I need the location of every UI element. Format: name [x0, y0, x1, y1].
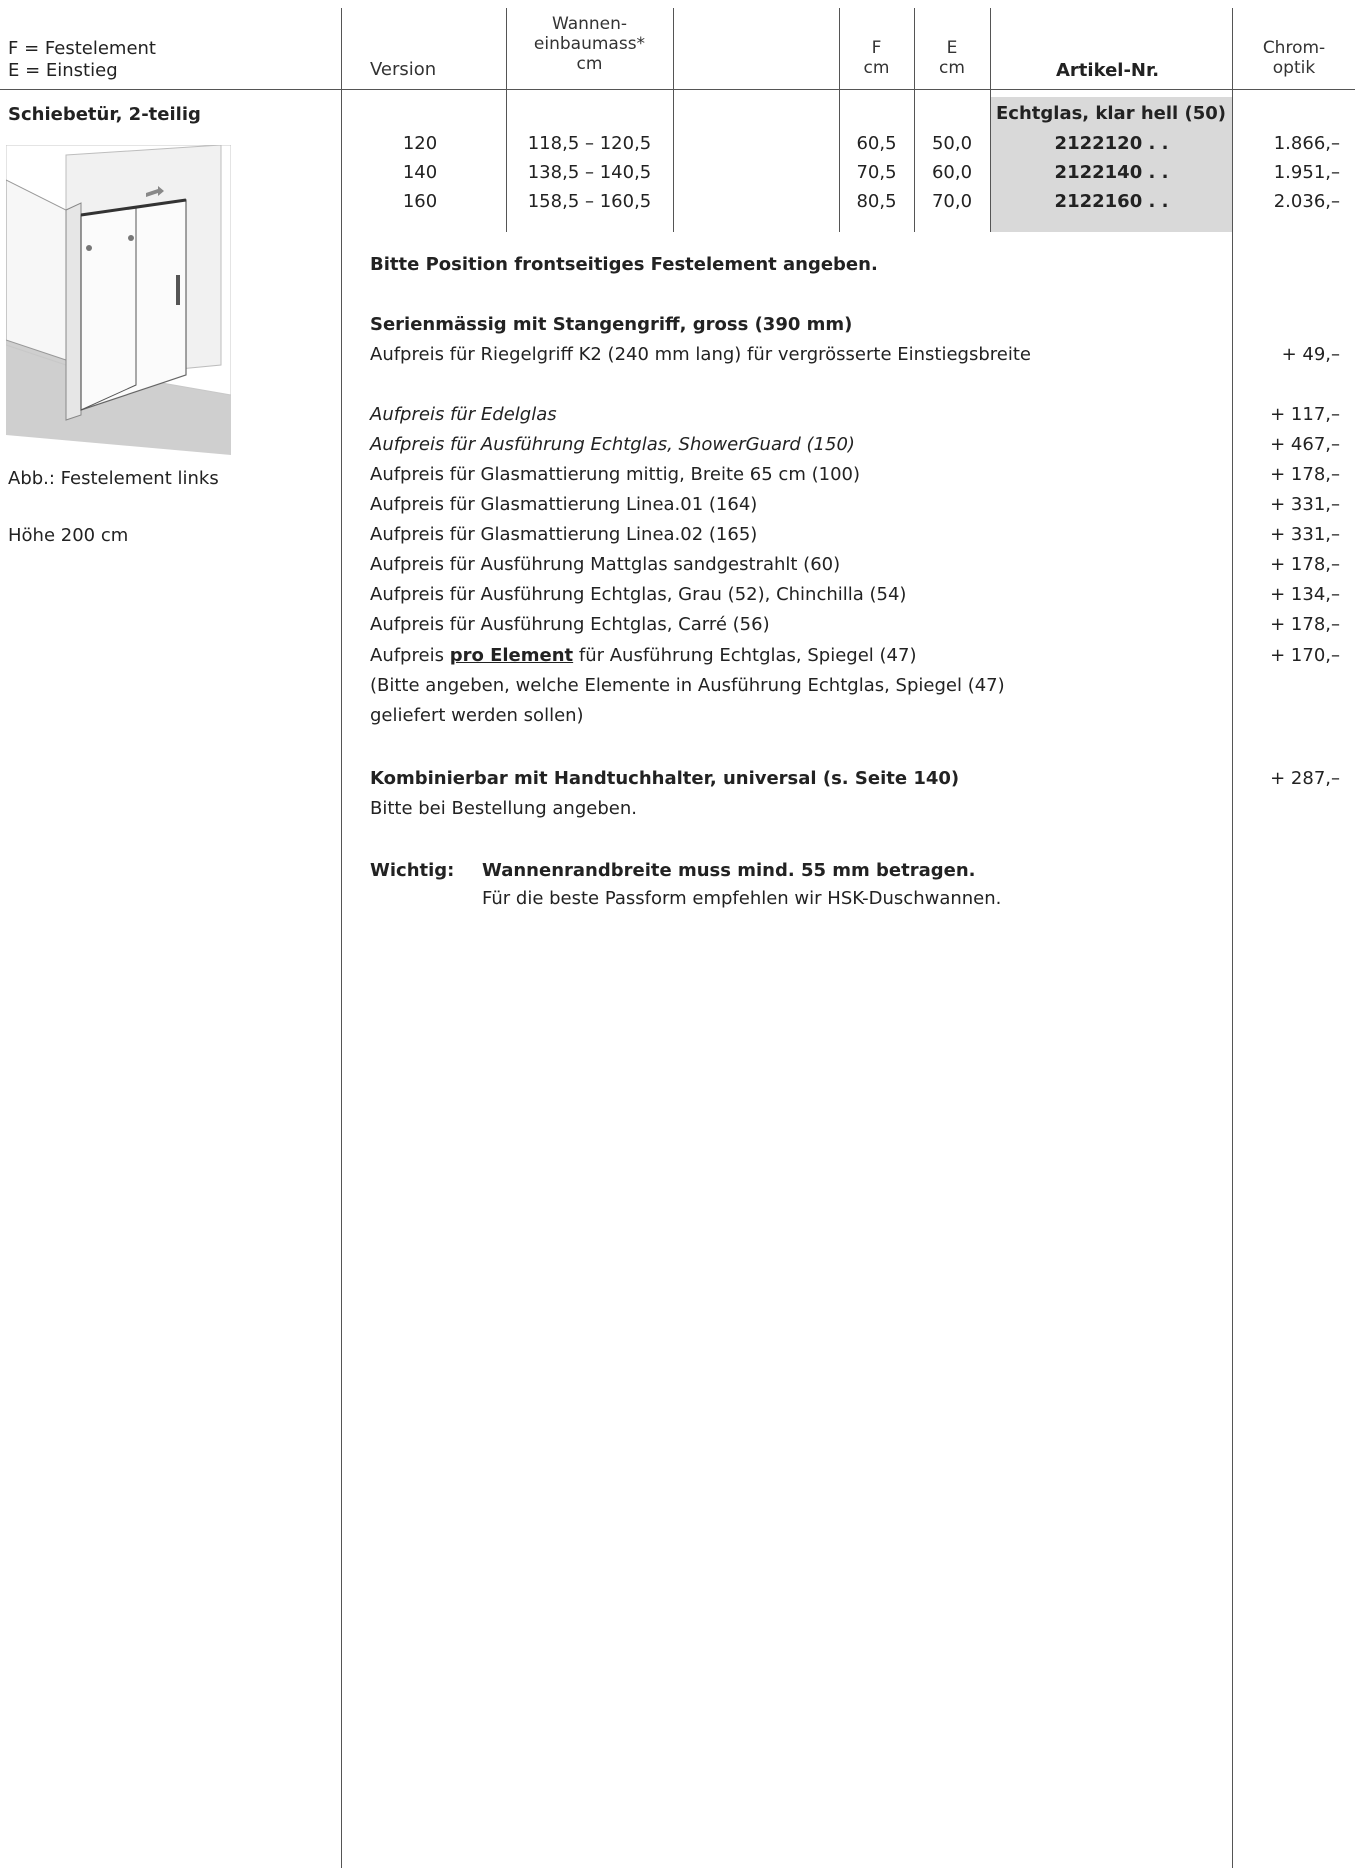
serien-title: Serienmässig mit Stangengriff, gross (39…: [370, 314, 853, 335]
cell-wannen: 158,5 – 160,5: [527, 191, 652, 212]
option-label: Aufpreis für Glasmattierung Linea.01 (16…: [370, 494, 758, 515]
header-rule: [0, 89, 1355, 90]
legend-f: F = Festelement: [8, 38, 156, 59]
kombi-note: Bitte bei Bestellung angeben.: [370, 798, 637, 819]
cell-e: 50,0: [931, 133, 973, 154]
option-label: Aufpreis für Ausführung Echtglas, Carré …: [370, 614, 770, 635]
spiegel-price: + 170,–: [1270, 645, 1340, 666]
option-label: Aufpreis für Ausführung Echtglas, Grau (…: [370, 584, 907, 605]
option-label: Aufpreis für Glasmattierung mittig, Brei…: [370, 464, 860, 485]
option-price: + 178,–: [1270, 614, 1340, 635]
option-label: Aufpreis für Ausführung Echtglas, Shower…: [370, 434, 855, 455]
cell-wannen: 118,5 – 120,5: [527, 133, 652, 154]
product-title: Schiebetür, 2-teilig: [8, 104, 201, 125]
image-caption: Abb.: Festelement links: [8, 468, 219, 489]
header-chrom: Chrom- optik: [1262, 38, 1326, 78]
wichtig-text: Wannenrandbreite muss mind. 55 mm betrag…: [482, 860, 976, 881]
option-price: + 134,–: [1270, 584, 1340, 605]
cell-price: 1.951,–: [1273, 162, 1340, 183]
option-price: + 178,–: [1270, 464, 1340, 485]
cell-artikel: 2122140 . .: [1054, 162, 1169, 183]
cell-version: 160: [402, 191, 438, 212]
spiegel-note-1: (Bitte angeben, welche Elemente in Ausfü…: [370, 675, 1005, 696]
cell-artikel: 2122160 . .: [1054, 191, 1169, 212]
cell-version: 140: [402, 162, 438, 183]
header-f: F cm: [863, 38, 890, 78]
col-divider: [673, 8, 674, 232]
option-price: + 331,–: [1270, 494, 1340, 515]
wichtig-note: Für die beste Passform empfehlen wir HSK…: [482, 888, 1002, 909]
option-price: + 467,–: [1270, 434, 1340, 455]
option-label: Aufpreis für Edelglas: [370, 404, 557, 425]
kombi-price: + 287,–: [1270, 768, 1340, 789]
glass-header: Echtglas, klar hell (50): [996, 103, 1226, 124]
cell-version: 120: [402, 133, 438, 154]
cell-artikel: 2122120 . .: [1054, 133, 1169, 154]
cell-f: 70,5: [856, 162, 897, 183]
cell-f: 80,5: [856, 191, 897, 212]
cell-price: 2.036,–: [1273, 191, 1340, 212]
divider-right: [1232, 8, 1233, 1868]
shower-door-illustration: [6, 145, 231, 455]
cell-wannen: 138,5 – 140,5: [527, 162, 652, 183]
spiegel-line: Aufpreis pro Element für Ausführung Echt…: [370, 645, 917, 666]
cell-e: 60,0: [931, 162, 973, 183]
cell-price: 1.866,–: [1273, 133, 1340, 154]
cell-e: 70,0: [931, 191, 973, 212]
divider-left: [341, 8, 342, 1868]
option-price: + 178,–: [1270, 554, 1340, 575]
option-label: Aufpreis für Ausführung Mattglas sandges…: [370, 554, 841, 575]
option-price: + 331,–: [1270, 524, 1340, 545]
serien-line: Aufpreis für Riegelgriff K2 (240 mm lang…: [370, 344, 1031, 365]
spiegel-note-2: geliefert werden sollen): [370, 705, 584, 726]
header-artikel: Artikel-Nr.: [1056, 60, 1160, 81]
header-wannen: Wannen- einbaumass* cm: [533, 14, 646, 74]
header-e: E cm: [939, 38, 965, 78]
legend-e: E = Einstieg: [8, 60, 118, 81]
option-label: Aufpreis für Glasmattierung Linea.02 (16…: [370, 524, 758, 545]
pro-element-emphasis: pro Element: [449, 645, 574, 666]
header-version: Version: [370, 59, 437, 80]
height-note: Höhe 200 cm: [8, 525, 129, 546]
kombi-title: Kombinierbar mit Handtuchhalter, univers…: [370, 768, 960, 789]
wichtig-label: Wichtig:: [370, 860, 455, 881]
cell-f: 60,5: [856, 133, 897, 154]
position-note: Bitte Position frontseitiges Festelement…: [370, 254, 878, 275]
serien-price: + 49,–: [1281, 344, 1340, 365]
option-price: + 117,–: [1270, 404, 1340, 425]
